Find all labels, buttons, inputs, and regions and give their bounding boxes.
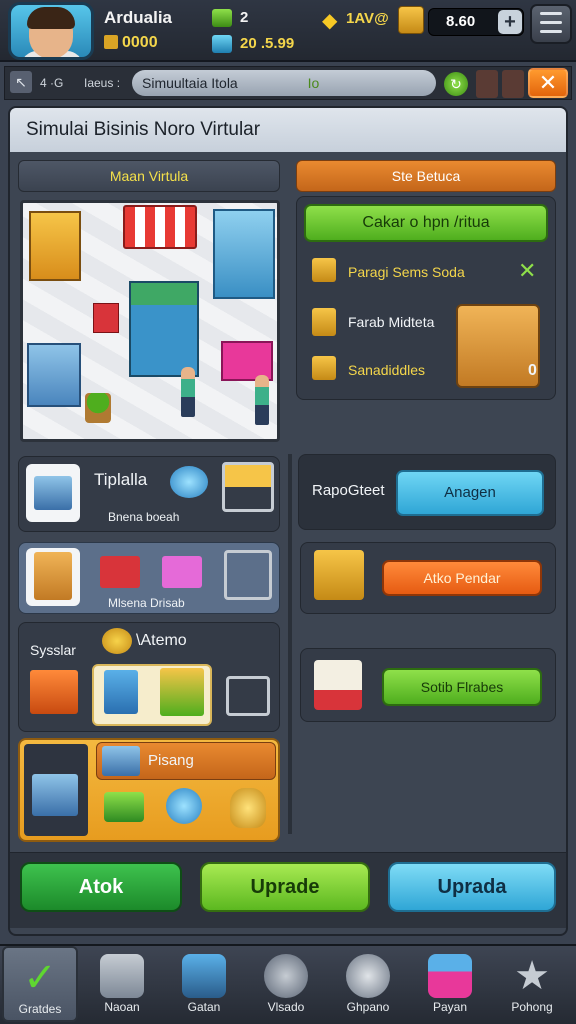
nav-item-gatan[interactable]: Gatan <box>166 946 242 1022</box>
check-icon[interactable]: ✕ <box>518 258 536 284</box>
awning-stall-icon[interactable] <box>123 205 197 249</box>
order-button[interactable]: Atko Pendar <box>382 560 542 596</box>
cart-icon[interactable] <box>226 676 270 716</box>
stars-counter: 1AV@ <box>346 10 389 27</box>
cart-icon[interactable] <box>224 550 272 600</box>
nav-item-payan[interactable]: Payan <box>412 946 488 1022</box>
star-icon: ◆ <box>322 10 338 32</box>
player-name: Ardualia <box>104 8 173 27</box>
globe-icon <box>264 954 308 998</box>
left-section-header: Maan Virtula <box>18 160 280 192</box>
blue-gem-icon <box>170 466 208 498</box>
pencil-icon <box>312 356 336 380</box>
forklift-icon <box>160 668 204 716</box>
sell-button[interactable]: Sotib Flrabes <box>382 668 542 706</box>
back-icon[interactable]: ↖ <box>10 71 32 93</box>
pink-brick-icon <box>162 556 202 588</box>
brick-icon <box>100 556 140 588</box>
nav-label: Gatan <box>187 1000 221 1014</box>
close-button[interactable]: ✕ <box>528 68 568 98</box>
cart-icon[interactable] <box>222 462 274 512</box>
card-title: Pisang <box>148 752 194 769</box>
card-subtitle: Bnena boeah <box>108 510 180 524</box>
row-label: Farab Midteta <box>348 314 435 330</box>
orange-box-icon <box>30 670 78 714</box>
customer-icon <box>181 367 195 417</box>
nav-label: Pohong <box>511 1000 553 1014</box>
green-drink-icon <box>104 792 144 822</box>
nav-item-vlsado[interactable]: Vlsado <box>248 946 324 1022</box>
card-label: RapoGteet <box>312 482 385 499</box>
card-title: \Atemo <box>136 632 187 649</box>
nav-label: Ghpano <box>346 1000 390 1014</box>
tab-text[interactable]: 4 ·G <box>40 76 63 90</box>
blue-crate-icon <box>104 670 138 714</box>
shelf-icon[interactable] <box>29 211 81 281</box>
clipboard-icon <box>312 308 336 336</box>
main-action-button[interactable]: Cakar o hpn /ritua <box>304 204 548 242</box>
action-button-atok[interactable]: Atok <box>20 862 182 912</box>
crate-icon[interactable] <box>93 303 119 333</box>
nav-label: Vlsado <box>267 1000 305 1014</box>
upgrade-blue-button[interactable]: Uprada <box>388 862 556 912</box>
address-label: Iaeus : <box>84 76 121 90</box>
fruit-box-icon <box>314 660 362 710</box>
nav-item-ghpano[interactable]: Ghpano <box>330 946 406 1022</box>
fridge-icon[interactable] <box>213 209 275 299</box>
cash-icon <box>212 35 232 53</box>
card-subtitle: Mlsena Drisab <box>108 596 185 610</box>
nav-item-gratdes[interactable]: ✓ Gratdes <box>2 946 78 1022</box>
gem-icon <box>212 9 232 27</box>
shop-kiosk-icon[interactable] <box>129 281 199 377</box>
gold-pot-icon <box>230 788 266 828</box>
soda-icon <box>312 258 336 282</box>
counter-icon[interactable] <box>27 343 81 407</box>
nav-item-naoan[interactable]: Naoan <box>84 946 160 1022</box>
cash-counter: 20 .5.99 <box>240 35 295 52</box>
store-map[interactable] <box>20 200 280 442</box>
lemon-icon <box>102 628 132 654</box>
customer-icon <box>255 375 269 425</box>
star-icon: ★ <box>514 954 550 998</box>
gold-box-icon <box>398 6 424 34</box>
side-label: Sysslar <box>30 642 76 658</box>
blue-orb-icon <box>166 788 202 824</box>
add-gold-button[interactable]: + <box>498 10 522 34</box>
menu-button[interactable] <box>530 4 572 44</box>
row-label: Paragi Sems Soda <box>348 264 465 280</box>
coins-counter: 0000 <box>104 34 158 52</box>
card-title: Tiplalla <box>94 470 148 489</box>
refresh-icon[interactable]: ↻ <box>444 72 468 96</box>
right-section-header: Ste Betuca <box>296 160 556 192</box>
nav-label: Payan <box>432 1000 468 1014</box>
coin-icon <box>104 35 118 49</box>
nav-label: Naoan <box>104 1000 140 1014</box>
blue-box-icon <box>32 774 78 816</box>
building-icon <box>428 954 472 998</box>
tab-slot[interactable] <box>502 70 524 98</box>
nav-label: Gratdes <box>18 1002 62 1016</box>
row-label: Sanadiddles <box>348 362 426 378</box>
boxes-icon <box>314 550 364 600</box>
gems-counter: 2 <box>240 9 249 26</box>
tablet-icon <box>102 746 140 776</box>
gold-counter: 8.60 <box>446 13 476 30</box>
player-avatar[interactable] <box>8 2 94 60</box>
dial-icon <box>346 954 390 998</box>
upgrade-button[interactable]: Uprade <box>200 862 370 912</box>
check-icon: ✓ <box>23 956 57 1000</box>
window-title: Simulai Bisinis Noro Virtular <box>10 108 566 152</box>
stack-icon <box>182 954 226 998</box>
tab-slot[interactable] <box>476 70 498 98</box>
register-badge: 0 <box>528 362 537 379</box>
divider <box>288 454 292 834</box>
box-icon <box>100 954 144 998</box>
address-field[interactable]: Simuultaia Itola Io <box>132 70 436 96</box>
plant-icon <box>85 393 111 423</box>
report-button[interactable]: Anagen <box>396 470 544 516</box>
nav-item-pohong[interactable]: ★ Pohong <box>494 946 570 1022</box>
url-suffix: Io <box>307 75 320 91</box>
